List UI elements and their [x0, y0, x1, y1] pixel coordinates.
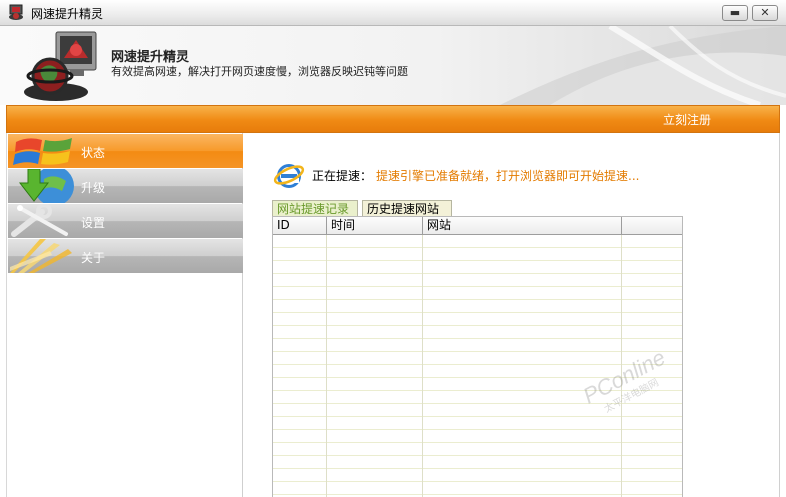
close-button[interactable]: ✕: [752, 5, 778, 21]
sidebar-item-label: 关于: [81, 251, 106, 265]
header-subtitle: 有效提高网速，解决打开网页速度慢，浏览器反映迟钝等问题: [111, 65, 408, 78]
window-title: 网速提升精灵: [31, 7, 104, 21]
app-icon: [9, 4, 23, 20]
column-header-time[interactable]: 时间: [327, 217, 423, 234]
minimize-icon: ▬: [729, 6, 741, 19]
sidebar-item-settings[interactable]: 设置: [8, 204, 243, 238]
tab-speedup-records[interactable]: 网站提速记录: [272, 200, 358, 216]
column-divider: [326, 235, 327, 497]
header-banner: 网速提升精灵 有效提高网速，解决打开网页速度慢，浏览器反映迟钝等问题: [0, 26, 786, 105]
sidebar: 状态 升级 设置 关于: [6, 133, 243, 497]
internet-explorer-icon: [273, 164, 305, 188]
sidebar-item-status[interactable]: 状态: [8, 134, 243, 168]
column-header-website[interactable]: 网站: [423, 217, 622, 234]
register-link[interactable]: 立刻注册: [663, 111, 711, 128]
app-logo-icon: [24, 31, 97, 101]
download-arrow-icon: [18, 169, 74, 203]
minimize-button[interactable]: ▬: [722, 5, 748, 21]
windows-logo-icon: [13, 138, 72, 165]
column-divider: [422, 235, 423, 497]
pconline-watermark: PConline 太平洋电脑网: [579, 345, 670, 413]
table-header: ID 时间 网站: [273, 217, 682, 235]
close-icon: ✕: [760, 6, 770, 19]
main-content: 正在提速： 提速引擎已准备就绪，打开浏览器即可开始提速... 网站提速记录 历史…: [243, 133, 780, 497]
wrench-icon: [11, 204, 68, 237]
toolbar: 立刻注册: [6, 105, 780, 133]
header-swoosh-decoration: [500, 26, 786, 105]
sidebar-item-label: 设置: [81, 216, 106, 230]
title-bar: 网速提升精灵 ▬ ✕: [0, 0, 786, 26]
tab-history-sites[interactable]: 历史提速网站: [362, 200, 452, 216]
sidebar-item-label: 升级: [81, 181, 106, 195]
sidebar-item-label: 状态: [81, 146, 106, 160]
status-message: 提速引擎已准备就绪，打开浏览器即可开始提速...: [376, 169, 640, 183]
column-header-id[interactable]: ID: [273, 217, 327, 234]
status-row: 正在提速： 提速引擎已准备就绪，打开浏览器即可开始提速...: [273, 159, 773, 193]
status-label: 正在提速：: [312, 169, 373, 183]
sidebar-item-about[interactable]: 关于: [8, 239, 243, 273]
light-rays-icon: [10, 239, 72, 273]
sidebar-item-upgrade[interactable]: 升级: [8, 169, 243, 203]
